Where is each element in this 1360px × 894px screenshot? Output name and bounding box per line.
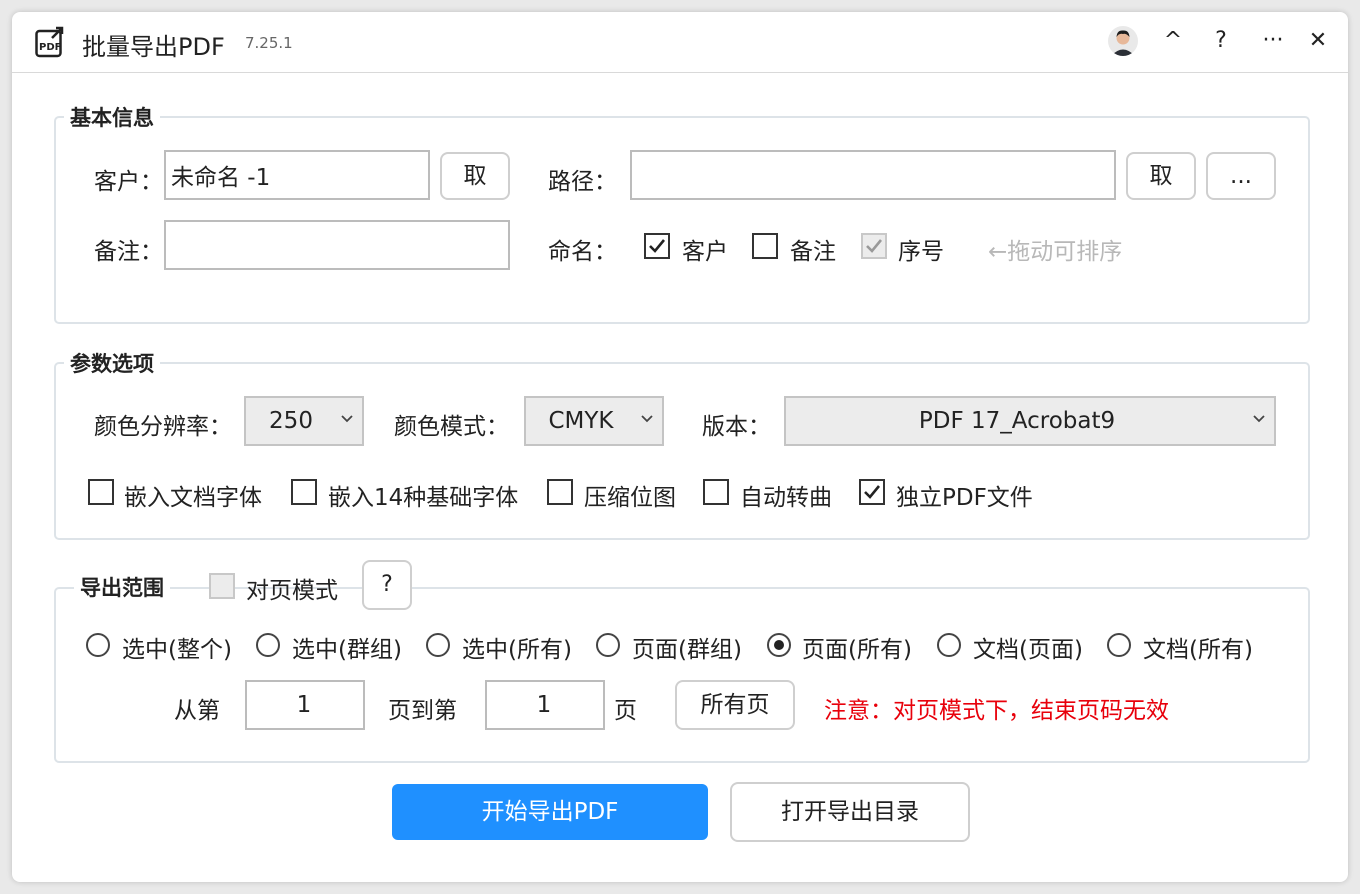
- more-button[interactable]: ···: [1258, 26, 1288, 56]
- all-pages-button[interactable]: 所有页: [675, 680, 795, 730]
- auto-outline-checkbox[interactable]: [703, 479, 729, 505]
- path-browse-button[interactable]: ...: [1206, 152, 1276, 200]
- range-group: [54, 587, 1310, 763]
- basic-info-title: 基本信息: [64, 102, 160, 132]
- chevron-down-icon: [641, 415, 653, 423]
- version-label: 7.25.1: [245, 34, 293, 52]
- collapse-button[interactable]: ^: [1160, 26, 1186, 56]
- radio-document-page-label: 文档(页面): [973, 637, 1083, 663]
- to-page-input[interactable]: [485, 680, 605, 730]
- color-mode-select[interactable]: CMYK: [524, 396, 664, 446]
- naming-serial-checkbox: [861, 233, 887, 259]
- facing-help-button[interactable]: ?: [362, 560, 412, 610]
- resolution-label: 颜色分辨率：: [94, 414, 232, 440]
- resolution-value: 250: [269, 408, 313, 434]
- embed-base14-fonts-label: 嵌入14种基础字体: [328, 485, 519, 511]
- resolution-select[interactable]: 250: [244, 396, 364, 446]
- naming-remark-label: 备注: [790, 239, 836, 265]
- check-icon: [866, 239, 883, 253]
- embed-doc-fonts-label: 嵌入文档字体: [124, 485, 262, 511]
- radio-selected-all[interactable]: [426, 633, 450, 657]
- radio-document-all[interactable]: [1107, 633, 1131, 657]
- customer-label: 客户：: [94, 169, 163, 195]
- params-title: 参数选项: [64, 348, 160, 378]
- customer-input[interactable]: [164, 150, 430, 200]
- separate-pdf-label: 独立PDF文件: [896, 485, 1033, 511]
- radio-selected-group[interactable]: [256, 633, 280, 657]
- window-title: 批量导出PDF: [82, 33, 225, 61]
- title-bar: PDF 批量导出PDF 7.25.1 ^ ? ··· ✕: [12, 12, 1348, 73]
- page-unit-label: 页: [614, 698, 637, 724]
- from-page-input[interactable]: [245, 680, 365, 730]
- radio-page-all-label: 页面(所有): [802, 637, 912, 663]
- to-page-label: 页到第: [388, 698, 457, 724]
- embed-doc-fonts-checkbox[interactable]: [88, 479, 114, 505]
- remark-input[interactable]: [164, 220, 510, 270]
- naming-customer-checkbox[interactable]: [644, 233, 670, 259]
- open-export-dir-button[interactable]: 打开导出目录: [730, 782, 970, 842]
- drag-sort-hint: ←拖动可排序: [988, 239, 1123, 265]
- start-export-button[interactable]: 开始导出PDF: [392, 784, 708, 840]
- radio-document-page[interactable]: [937, 633, 961, 657]
- naming-serial-label: 序号: [898, 239, 944, 265]
- params-group: [54, 362, 1310, 540]
- check-icon: [864, 485, 881, 499]
- auto-outline-label: 自动转曲: [740, 485, 832, 511]
- pdf-export-icon: PDF: [35, 26, 67, 58]
- range-title: 导出范围: [74, 572, 170, 602]
- radio-selected-group-label: 选中(群组): [292, 637, 402, 663]
- radio-page-all[interactable]: [767, 633, 791, 657]
- from-page-label: 从第: [174, 698, 220, 724]
- path-input[interactable]: [630, 150, 1116, 200]
- facing-pages-label: 对页模式: [246, 578, 338, 604]
- naming-remark-checkbox[interactable]: [752, 233, 778, 259]
- remark-label: 备注：: [94, 239, 163, 265]
- color-mode-label: 颜色模式：: [394, 414, 509, 440]
- facing-pages-checkbox[interactable]: [209, 573, 235, 599]
- help-button[interactable]: ?: [1208, 26, 1234, 56]
- customer-pick-button[interactable]: 取: [440, 152, 510, 200]
- facing-mode-note: 注意：对页模式下，结束页码无效: [824, 698, 1169, 724]
- radio-selected-whole-label: 选中(整个): [122, 637, 232, 663]
- radio-selected-whole[interactable]: [86, 633, 110, 657]
- chevron-down-icon: [1253, 415, 1265, 423]
- user-avatar[interactable]: [1108, 26, 1138, 56]
- radio-document-all-label: 文档(所有): [1143, 637, 1253, 663]
- radio-page-group[interactable]: [596, 633, 620, 657]
- compress-bitmap-label: 压缩位图: [584, 485, 676, 511]
- svg-text:PDF: PDF: [39, 42, 61, 53]
- color-mode-value: CMYK: [548, 408, 614, 434]
- radio-dot: [774, 640, 784, 650]
- pdf-version-label: 版本：: [702, 414, 771, 440]
- embed-base14-fonts-checkbox[interactable]: [291, 479, 317, 505]
- naming-label: 命名：: [548, 239, 617, 265]
- path-label: 路径：: [548, 169, 617, 195]
- compress-bitmap-checkbox[interactable]: [547, 479, 573, 505]
- check-icon: [649, 239, 666, 253]
- chevron-down-icon: [341, 415, 353, 423]
- pdf-version-select[interactable]: PDF 17_Acrobat9: [784, 396, 1276, 446]
- path-pick-button[interactable]: 取: [1126, 152, 1196, 200]
- separate-pdf-checkbox[interactable]: [859, 479, 885, 505]
- export-pdf-window: PDF 批量导出PDF 7.25.1 ^ ? ··· ✕ 基本信息 客户： 取 …: [12, 12, 1348, 882]
- radio-page-group-label: 页面(群组): [632, 637, 742, 663]
- close-button[interactable]: ✕: [1305, 26, 1331, 56]
- naming-customer-label: 客户: [682, 239, 728, 265]
- pdf-version-value: PDF 17_Acrobat9: [918, 408, 1116, 434]
- radio-selected-all-label: 选中(所有): [462, 637, 572, 663]
